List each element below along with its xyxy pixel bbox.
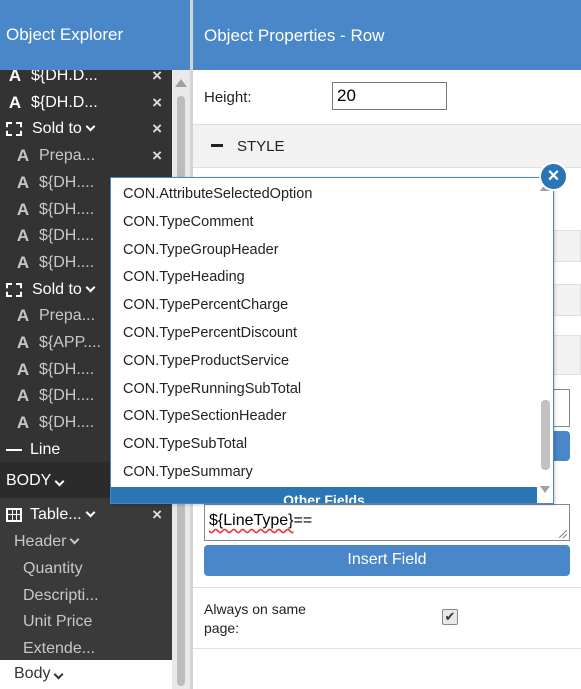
tree-item-column[interactable]: Descripti... <box>0 583 172 609</box>
chevron-down-icon[interactable] <box>85 507 96 518</box>
tree-item-label: ${DH.... <box>39 360 95 378</box>
tree-item-label: ${DH.... <box>39 173 95 191</box>
text-field-icon: A <box>16 306 30 326</box>
resize-handle-icon[interactable] <box>559 530 567 538</box>
tree-item-label: Extende... <box>23 639 96 657</box>
tree-item-label: ${APP.... <box>39 334 101 351</box>
body-tree: Table... × Header Quantity Descripti... Un… <box>0 498 172 660</box>
tree-item[interactable]: A Prepa... × <box>0 143 172 169</box>
tree-item-label: Prepa... <box>39 147 96 165</box>
insert-field-button[interactable]: Insert Field <box>204 545 570 576</box>
container-icon <box>6 122 22 137</box>
tree-item[interactable]: Sold to × <box>0 116 172 142</box>
body-section-label: BODY <box>6 472 52 489</box>
dropdown-option[interactable]: CON.TypePercentCharge <box>123 297 288 325</box>
tree-item-label: Prepa... <box>39 307 96 325</box>
condition-expression-field[interactable]: ${LineType}== <box>204 504 570 541</box>
close-icon[interactable]: × <box>152 119 162 139</box>
chevron-down-icon <box>54 476 65 487</box>
tree-item-label: ${DH.... <box>39 253 95 271</box>
close-icon[interactable]: × <box>152 146 162 166</box>
close-dropdown-icon[interactable]: × <box>539 162 568 191</box>
properties-title: Object Properties - Row <box>193 0 581 70</box>
tree-item-label: Body <box>14 665 51 682</box>
close-icon[interactable]: × <box>152 70 162 86</box>
tree-item-label: Line <box>30 440 61 458</box>
close-icon[interactable]: × <box>152 505 162 525</box>
tree-item-label: ${DH.... <box>39 200 95 218</box>
scrollbar-thumb[interactable] <box>541 400 550 470</box>
tree-item-column[interactable]: Unit Price <box>0 609 172 635</box>
tree-item-label: Descripti... <box>23 586 99 604</box>
text-field-icon: A <box>16 413 30 433</box>
text-field-icon: A <box>16 333 30 352</box>
tree-item-label: ${DH.D... <box>31 70 98 84</box>
text-field-icon: A <box>16 226 30 246</box>
chevron-down-icon[interactable] <box>85 121 96 132</box>
close-icon[interactable]: × <box>152 93 162 113</box>
expression-field-token: ${LineType} <box>209 512 294 529</box>
text-field-icon: A <box>16 252 30 272</box>
dropdown-option[interactable]: CON.TypeGroupHeader <box>123 242 279 270</box>
style-section-label: STYLE <box>237 138 285 155</box>
expression-operator: == <box>293 512 313 529</box>
field-dropdown-list[interactable]: CON.AttributeSelectedOption CON.TypeComme… <box>110 177 554 504</box>
tree-item-body[interactable]: Body <box>0 660 172 689</box>
scroll-down-arrow-icon[interactable] <box>540 486 550 493</box>
text-field-icon: A <box>8 70 22 85</box>
tree-item-column[interactable]: Quantity <box>0 556 172 582</box>
text-field-icon: A <box>16 199 30 219</box>
dropdown-option[interactable]: CON.TypeRunningSubTotal <box>123 381 301 409</box>
line-icon <box>4 440 24 459</box>
always-same-page-label: Always on same page: <box>204 601 306 636</box>
tree-item-label: Header <box>14 533 67 550</box>
tree-item[interactable]: A ${DH.D... × <box>0 90 172 116</box>
style-section-header[interactable]: STYLE <box>193 124 581 168</box>
option-group-header: Other Fields <box>111 487 537 503</box>
scroll-up-arrow-icon[interactable] <box>175 79 187 87</box>
always-same-page-checkbox[interactable]: ✔ <box>442 609 458 625</box>
text-field-icon: A <box>8 92 22 112</box>
divider <box>193 587 581 588</box>
height-input[interactable] <box>332 82 447 110</box>
text-field-icon: A <box>16 172 30 192</box>
dropdown-option[interactable]: CON.TypeProductService <box>123 353 289 381</box>
tree-item-label: Table... <box>30 506 82 523</box>
object-explorer-title: Object Explorer <box>0 0 190 70</box>
container-icon <box>6 282 22 297</box>
tree-item-label: ${DH.... <box>39 227 95 245</box>
dropdown-option[interactable]: CON.TypeSubTotal <box>123 436 247 464</box>
text-field-icon: A <box>16 359 30 379</box>
tree-item-label: Sold to <box>32 280 82 298</box>
tree-item-label: Unit Price <box>23 613 93 630</box>
dropdown-option[interactable]: CON.TypeComment <box>123 214 254 242</box>
divider <box>193 648 581 649</box>
tree-item-table[interactable]: Table... × <box>0 502 172 528</box>
collapse-minus-icon[interactable] <box>211 144 223 148</box>
height-label: Height: <box>204 89 252 106</box>
tree-item-label: Sold to <box>32 120 82 138</box>
table-icon <box>6 508 22 522</box>
dropdown-option[interactable]: CON.TypeSectionHeader <box>123 408 287 436</box>
tree-item-label: ${DH.D... <box>31 93 98 111</box>
tree-item-label: ${DH.... <box>39 414 95 432</box>
tree-item-label: Quantity <box>23 560 83 577</box>
chevron-down-icon[interactable] <box>54 669 64 680</box>
dropdown-scrollbar[interactable] <box>537 178 553 503</box>
dropdown-option[interactable]: CON.TypeHeading <box>123 269 245 297</box>
tree-item-label: ${DH.... <box>39 387 95 405</box>
chevron-down-icon[interactable] <box>70 534 80 545</box>
text-field-icon: A <box>16 146 30 166</box>
tree-item-column[interactable]: Extende... <box>0 636 172 662</box>
dropdown-option[interactable]: CON.TypePercentDiscount <box>123 325 297 353</box>
dropdown-option[interactable]: CON.AttributeSelectedOption <box>123 186 312 214</box>
text-field-icon: A <box>16 386 30 406</box>
tree-item-header[interactable]: Header <box>0 529 172 555</box>
chevron-down-icon[interactable] <box>85 282 96 293</box>
tree-item[interactable]: A ${DH.D... × <box>0 70 172 89</box>
